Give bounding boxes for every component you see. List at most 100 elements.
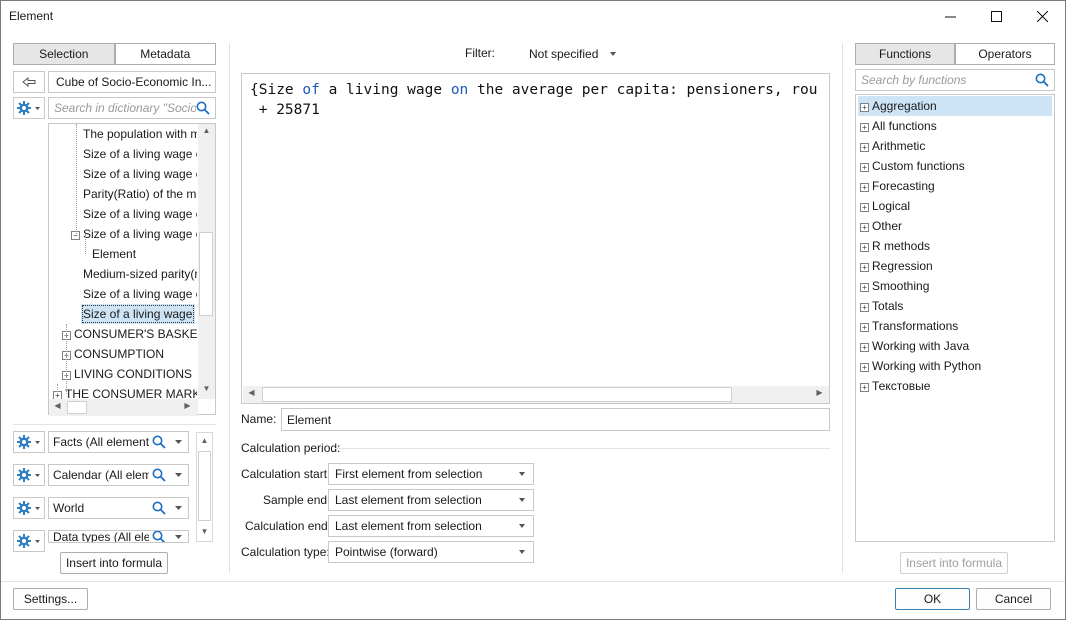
expand-plus-icon[interactable]: + [860, 263, 869, 272]
tree-horizontal-scrollbar[interactable]: ◀ ▶ [49, 399, 198, 416]
expand-plus-icon[interactable]: + [860, 163, 869, 172]
dimension-settings-button[interactable] [13, 497, 45, 519]
dimension-selector[interactable]: Facts (All elements) [48, 431, 189, 453]
function-category-item[interactable]: + Smoothing [858, 276, 1052, 296]
tree-group-node[interactable]: − Size of a living wage o [71, 224, 197, 244]
dictionary-search-input[interactable]: Search in dictionary "Socio... [48, 97, 216, 119]
function-category-item[interactable]: + Custom functions [858, 156, 1052, 176]
scroll-right-arrow-icon[interactable]: ▶ [179, 401, 196, 410]
editor-scroll-right-icon[interactable]: ▶ [811, 388, 828, 397]
tree-group-node[interactable]: + LIVING CONDITIONS [62, 364, 197, 384]
dimension-selector[interactable]: World [48, 497, 189, 519]
expand-plus-icon[interactable]: + [860, 343, 869, 352]
tree-item[interactable]: Size of a living wage o [83, 164, 197, 184]
dims-scroll-thumb[interactable] [198, 451, 211, 521]
tree-item[interactable]: Size of a living wage o [81, 304, 195, 324]
expand-plus-icon[interactable]: + [860, 303, 869, 312]
tab-operators[interactable]: Operators [955, 43, 1055, 65]
function-category-item[interactable]: + All functions [858, 116, 1052, 136]
tree-item[interactable]: Parity(Ratio) of the mo [83, 184, 197, 204]
function-category-item[interactable]: + Working with Python [858, 356, 1052, 376]
search-icon[interactable] [152, 501, 167, 515]
back-button[interactable] [13, 71, 45, 93]
dimension-selector[interactable]: Calendar (All elemen [48, 464, 189, 486]
tree-group-node[interactable]: + CONSUMPTION [62, 344, 197, 364]
tree-item[interactable]: Element [92, 244, 197, 264]
settings-button[interactable]: Settings... [13, 588, 88, 610]
expand-plus-icon[interactable]: + [860, 383, 869, 392]
function-category-item[interactable]: + Transformations [858, 316, 1052, 336]
dimension-selector[interactable]: Data types (All elem [48, 530, 189, 543]
tree-item[interactable]: The population with m [83, 124, 197, 144]
tree-scroll-thumb[interactable] [199, 232, 213, 316]
tree-item[interactable]: Size of a living wage o [83, 204, 197, 224]
chevron-down-icon[interactable] [174, 532, 184, 542]
dimension-settings-button[interactable] [13, 431, 45, 453]
dimension-settings-button[interactable] [13, 464, 45, 486]
dimensions-scrollbar[interactable]: ▲ ▼ [196, 432, 213, 542]
function-category-item[interactable]: + Regression [858, 256, 1052, 276]
search-icon[interactable] [152, 435, 167, 449]
tab-selection[interactable]: Selection [13, 43, 115, 65]
ok-button[interactable]: OK [895, 588, 970, 610]
tree-item[interactable]: Size of a living wage o [83, 144, 197, 164]
function-category-item[interactable]: + Текстовые [858, 376, 1052, 396]
editor-scroll-left-icon[interactable]: ◀ [243, 388, 260, 397]
search-icon[interactable] [152, 530, 167, 543]
tree-group-node[interactable]: + CONSUMER'S BASKET [62, 324, 197, 344]
left-insert-into-formula-button[interactable]: Insert into formula [60, 552, 168, 574]
function-category-item[interactable]: + Other [858, 216, 1052, 236]
tree-vertical-scrollbar[interactable]: ▲ ▼ [198, 124, 215, 399]
calc-row-dropdown[interactable]: Last element from selection [328, 515, 534, 537]
cube-selector[interactable]: Cube of Socio-Economic In... [48, 71, 216, 93]
tab-functions[interactable]: Functions [855, 43, 955, 65]
formula-text[interactable]: {Size of a living wage on the average pe… [250, 80, 817, 120]
tree-item[interactable]: Size of a living wage o [83, 284, 197, 304]
search-icon[interactable] [152, 468, 167, 482]
tree-item[interactable]: Medium-sized parity(ra [83, 264, 197, 284]
scroll-down-arrow-icon[interactable]: ▼ [198, 384, 215, 393]
filter-dropdown[interactable]: Not specified [529, 47, 616, 61]
dictionary-settings-button[interactable] [13, 97, 45, 119]
function-category-item[interactable]: + Working with Java [858, 336, 1052, 356]
close-button[interactable] [1019, 1, 1065, 32]
scroll-up-arrow-icon[interactable]: ▲ [198, 126, 215, 135]
calc-row-dropdown[interactable]: First element from selection [328, 463, 534, 485]
dims-scroll-down-icon[interactable]: ▼ [196, 527, 213, 536]
chevron-down-icon[interactable] [174, 470, 184, 480]
expand-plus-icon[interactable]: + [860, 323, 869, 332]
expand-plus-icon[interactable]: + [860, 243, 869, 252]
expand-plus-icon[interactable]: + [860, 183, 869, 192]
expand-plus-icon[interactable]: + [860, 283, 869, 292]
editor-horizontal-scrollbar[interactable]: ◀ ▶ [243, 386, 829, 403]
expand-plus-icon[interactable]: + [860, 223, 869, 232]
calc-row-dropdown[interactable]: Pointwise (forward) [328, 541, 534, 563]
formula-editor[interactable]: {Size of a living wage on the average pe… [241, 73, 830, 404]
function-category-item[interactable]: + Aggregation [858, 96, 1052, 116]
maximize-button[interactable] [973, 1, 1019, 32]
expand-plus-icon[interactable]: + [860, 143, 869, 152]
function-category-item[interactable]: + R methods [858, 236, 1052, 256]
dimension-settings-button[interactable] [13, 530, 45, 552]
calc-row-dropdown[interactable]: Last element from selection [328, 489, 534, 511]
function-category-item[interactable]: + Arithmetic [858, 136, 1052, 156]
chevron-down-icon[interactable] [174, 503, 184, 513]
tree-hscroll-thumb[interactable] [67, 401, 87, 414]
expand-plus-icon[interactable]: + [860, 123, 869, 132]
expand-plus-icon[interactable]: + [860, 203, 869, 212]
tab-metadata[interactable]: Metadata [114, 43, 216, 65]
cancel-button[interactable]: Cancel [976, 588, 1051, 610]
expand-plus-icon[interactable]: + [860, 363, 869, 372]
right-insert-into-formula-button[interactable]: Insert into formula [900, 552, 1008, 574]
name-input[interactable]: Element [281, 408, 830, 431]
function-category-item[interactable]: + Forecasting [858, 176, 1052, 196]
editor-scroll-thumb[interactable] [262, 387, 732, 402]
dims-scroll-up-icon[interactable]: ▲ [196, 436, 213, 445]
minimize-button[interactable] [927, 1, 973, 32]
function-category-item[interactable]: + Logical [858, 196, 1052, 216]
expand-plus-icon[interactable]: + [860, 103, 869, 112]
scroll-left-arrow-icon[interactable]: ◀ [49, 401, 66, 410]
function-category-item[interactable]: + Totals [858, 296, 1052, 316]
function-search-input[interactable]: Search by functions [855, 69, 1055, 91]
chevron-down-icon[interactable] [174, 437, 184, 447]
